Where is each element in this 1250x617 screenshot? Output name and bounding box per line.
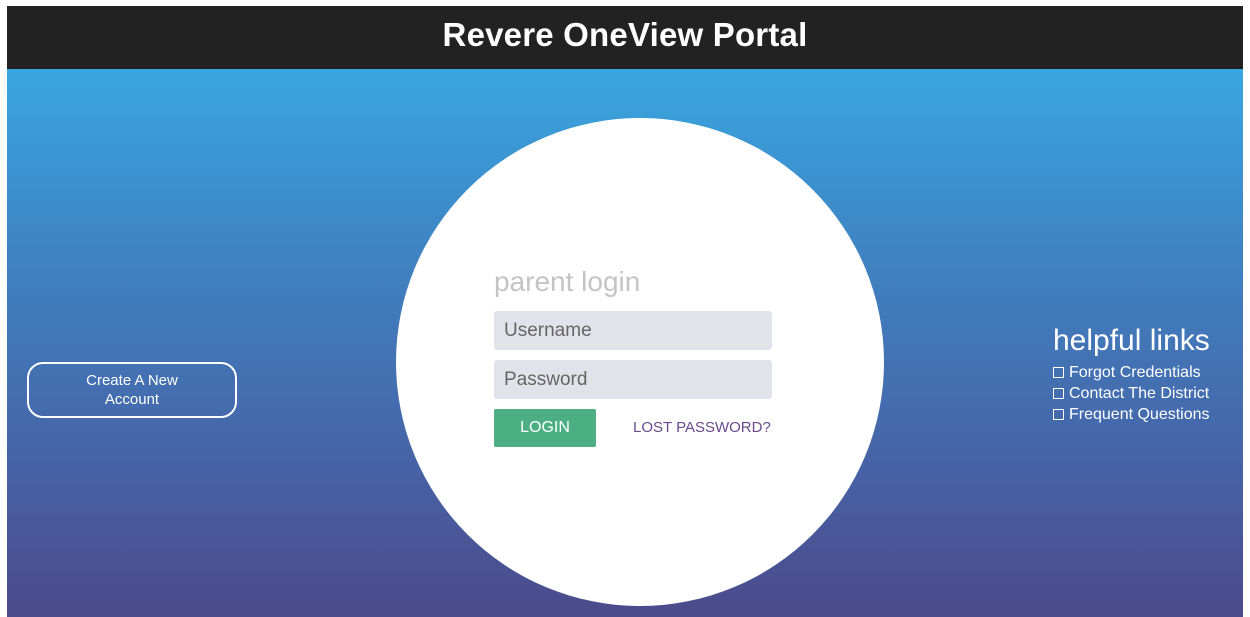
helpful-link-label: Frequent Questions [1069, 406, 1210, 423]
helpful-links-title: helpful links [1053, 324, 1210, 357]
lost-password-link[interactable]: LOST PASSWORD? [633, 419, 771, 436]
helpful-link-contact-district[interactable]: Contact The District [1053, 383, 1210, 404]
username-input[interactable] [494, 311, 772, 350]
square-outline-icon [1053, 409, 1064, 420]
main-area: Create A New Account parent login LOGIN … [7, 69, 1243, 617]
login-title: parent login [494, 266, 641, 297]
helpful-link-forgot-credentials[interactable]: Forgot Credentials [1053, 362, 1210, 383]
helpful-links-panel: helpful links Forgot Credentials Contact… [1053, 324, 1210, 425]
header-bar: Revere OneView Portal [7, 6, 1243, 69]
page-title: Revere OneView Portal [442, 15, 808, 53]
square-outline-icon [1053, 367, 1064, 378]
helpful-link-frequent-questions[interactable]: Frequent Questions [1053, 404, 1210, 425]
square-outline-icon [1053, 388, 1064, 399]
login-button[interactable]: LOGIN [494, 409, 596, 447]
helpful-link-label: Forgot Credentials [1069, 364, 1201, 381]
page-frame: Revere OneView Portal Create A New Accou… [7, 6, 1243, 617]
create-account-button[interactable]: Create A New Account [27, 362, 237, 418]
helpful-link-label: Contact The District [1069, 385, 1210, 402]
password-input[interactable] [494, 360, 772, 399]
